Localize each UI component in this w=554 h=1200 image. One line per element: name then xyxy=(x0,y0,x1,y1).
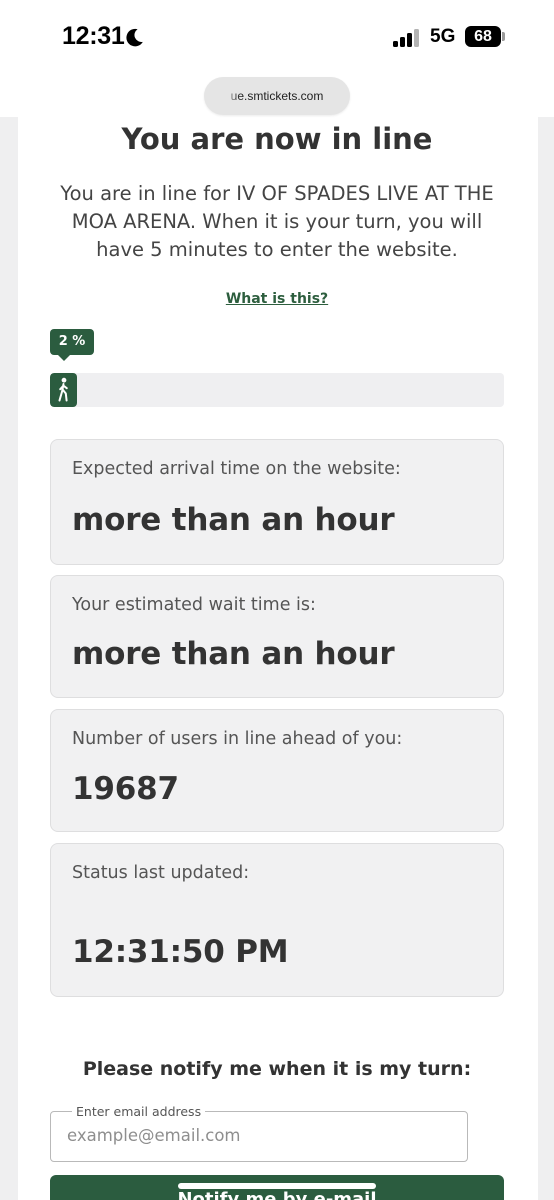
expected-arrival-label: Expected arrival time on the website: xyxy=(72,459,401,479)
expected-arrival-box: Expected arrival time on the website: mo… xyxy=(50,439,504,565)
users-ahead-value: 19687 xyxy=(72,771,179,807)
signal-icon xyxy=(393,29,419,47)
battery-cap xyxy=(502,32,505,41)
status-updated-label: Status last updated: xyxy=(72,863,250,883)
battery-icon: 68 xyxy=(465,26,501,47)
status-updated-box: Status last updated: 12:31:50 PM xyxy=(50,843,504,997)
estimated-wait-label: Your estimated wait time is: xyxy=(72,595,316,615)
status-bar: 12:31 5G 68 xyxy=(0,0,554,76)
page-title: You are now in line xyxy=(121,122,433,156)
queue-description: You are in line for IV OF SPADES LIVE AT… xyxy=(60,182,494,261)
expected-arrival-value: more than an hour xyxy=(72,502,395,538)
queue-progress-bar xyxy=(50,373,504,407)
progress-fill xyxy=(50,373,77,407)
moon-icon xyxy=(126,28,143,47)
walking-person-icon xyxy=(58,377,68,402)
home-indicator[interactable] xyxy=(178,1183,376,1189)
url-bar[interactable]: ue.smtickets.com xyxy=(204,77,350,115)
users-ahead-box: Number of users in line ahead of you: 19… xyxy=(50,709,504,832)
users-ahead-label: Number of users in line ahead of you: xyxy=(72,729,403,749)
status-updated-value: 12:31:50 PM xyxy=(72,934,289,970)
email-placeholder: example@email.com xyxy=(67,1126,241,1145)
progress-percent-badge: 2 % xyxy=(50,329,94,361)
status-time: 12:31 xyxy=(62,22,125,50)
what-is-this-link[interactable]: What is this? xyxy=(0,291,554,307)
estimated-wait-box: Your estimated wait time is: more than a… xyxy=(50,575,504,698)
notify-heading: Please notify me when it is my turn: xyxy=(82,1058,472,1080)
email-field-label: Enter email address xyxy=(72,1104,206,1119)
network-label: 5G xyxy=(430,26,456,47)
estimated-wait-value: more than an hour xyxy=(72,636,395,672)
